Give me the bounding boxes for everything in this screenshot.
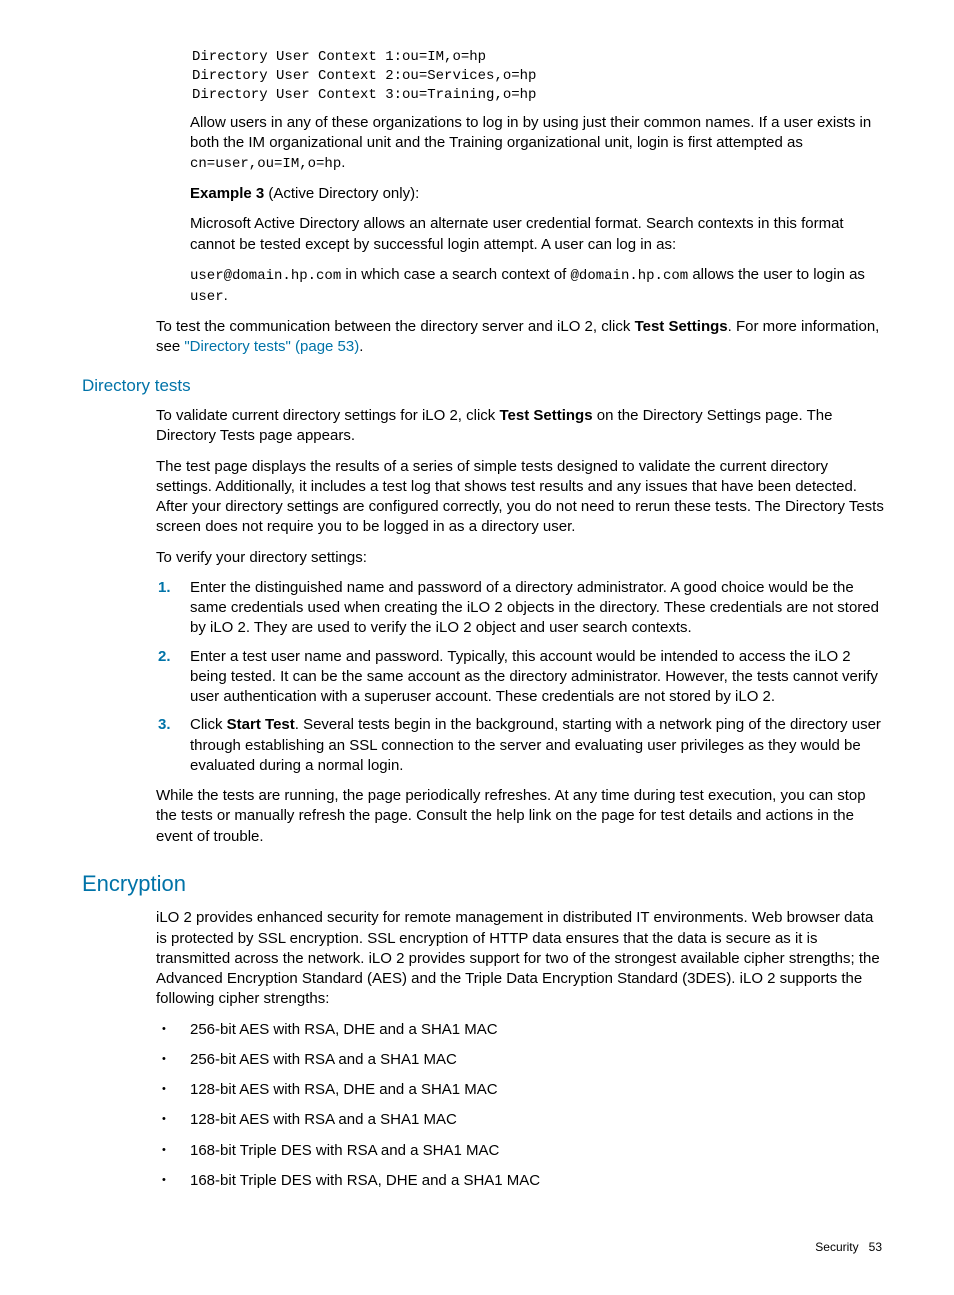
cross-reference-link[interactable]: "Directory tests" (page 53) (184, 338, 359, 355)
inline-code: @domain.hp.com (571, 268, 689, 284)
steps-list: 1. Enter the distinguished name and pass… (82, 578, 886, 776)
step-number: 2. (158, 647, 171, 667)
heading-directory-tests: Directory tests (82, 375, 886, 398)
bullet-icon: • (162, 1173, 166, 1188)
step-item: 2. Enter a test user name and password. … (82, 647, 886, 708)
footer-section: Security (815, 1240, 858, 1254)
text: Click (190, 716, 227, 733)
text: . (359, 338, 363, 355)
text: in which case a search context of (341, 266, 570, 283)
cipher-list: • 256-bit AES with RSA, DHE and a SHA1 MA… (82, 1020, 886, 1192)
paragraph: To test the communication between the di… (82, 317, 886, 358)
bullet-icon: • (162, 1082, 166, 1097)
list-item: • 128-bit AES with RSA, DHE and a SHA1 MA… (82, 1080, 886, 1100)
cipher-text: 128-bit AES with RSA, DHE and a SHA1 MAC (190, 1081, 498, 1098)
cipher-text: 168-bit Triple DES with RSA and a SHA1 M… (190, 1142, 499, 1159)
inline-code: cn=user,ou=IM,o=hp (190, 156, 341, 172)
step-text: Enter the distinguished name and passwor… (190, 579, 879, 637)
text: . (341, 154, 345, 171)
step-item: 1. Enter the distinguished name and pass… (82, 578, 886, 639)
text: To test the communication between the di… (156, 318, 635, 335)
cipher-text: 168-bit Triple DES with RSA, DHE and a S… (190, 1172, 540, 1189)
inline-code: user (190, 289, 224, 305)
bullet-icon: • (162, 1022, 166, 1037)
paragraph: iLO 2 provides enhanced security for rem… (82, 908, 886, 1009)
paragraph: The test page displays the results of a … (82, 457, 886, 538)
ui-reference: Test Settings (635, 318, 728, 335)
cipher-text: 256-bit AES with RSA and a SHA1 MAC (190, 1051, 457, 1068)
text: . (224, 287, 228, 304)
step-number: 1. (158, 578, 171, 598)
example-number: Example 3 (190, 185, 264, 202)
paragraph: While the tests are running, the page pe… (82, 786, 886, 847)
cipher-text: 128-bit AES with RSA and a SHA1 MAC (190, 1111, 457, 1128)
ui-reference: Test Settings (499, 407, 592, 424)
bullet-icon: • (162, 1052, 166, 1067)
code-block-contexts: Directory User Context 1:ou=IM,o=hp Dire… (82, 48, 886, 105)
ui-reference: Start Test (227, 716, 295, 733)
paragraph: To validate current directory settings f… (82, 406, 886, 447)
inline-code: user@domain.hp.com (190, 268, 341, 284)
paragraph: Microsoft Active Directory allows an alt… (82, 214, 886, 255)
list-item: • 168-bit Triple DES with RSA, DHE and a … (82, 1171, 886, 1191)
text: (Active Directory only): (264, 185, 419, 202)
list-item: • 256-bit AES with RSA and a SHA1 MAC (82, 1050, 886, 1070)
paragraph: To verify your directory settings: (82, 548, 886, 568)
text: To validate current directory settings f… (156, 407, 499, 424)
heading-encryption: Encryption (82, 869, 886, 899)
bullet-icon: • (162, 1112, 166, 1127)
list-item: • 168-bit Triple DES with RSA and a SHA1 … (82, 1141, 886, 1161)
paragraph: user@domain.hp.com in which case a searc… (82, 265, 886, 307)
list-item: • 128-bit AES with RSA and a SHA1 MAC (82, 1110, 886, 1130)
list-item: • 256-bit AES with RSA, DHE and a SHA1 MA… (82, 1020, 886, 1040)
text: Allow users in any of these organization… (190, 114, 871, 151)
text: allows the user to login as (688, 266, 865, 283)
cipher-text: 256-bit AES with RSA, DHE and a SHA1 MAC (190, 1021, 498, 1038)
page-number: 53 (869, 1240, 882, 1254)
step-text: Enter a test user name and password. Typ… (190, 648, 878, 706)
page-footer: Security 53 (82, 1239, 886, 1255)
bullet-icon: • (162, 1143, 166, 1158)
step-item: 3. Click Start Test. Several tests begin… (82, 715, 886, 776)
example-label: Example 3 (Active Directory only): (82, 184, 886, 204)
paragraph: Allow users in any of these organization… (82, 113, 886, 174)
step-number: 3. (158, 715, 171, 735)
